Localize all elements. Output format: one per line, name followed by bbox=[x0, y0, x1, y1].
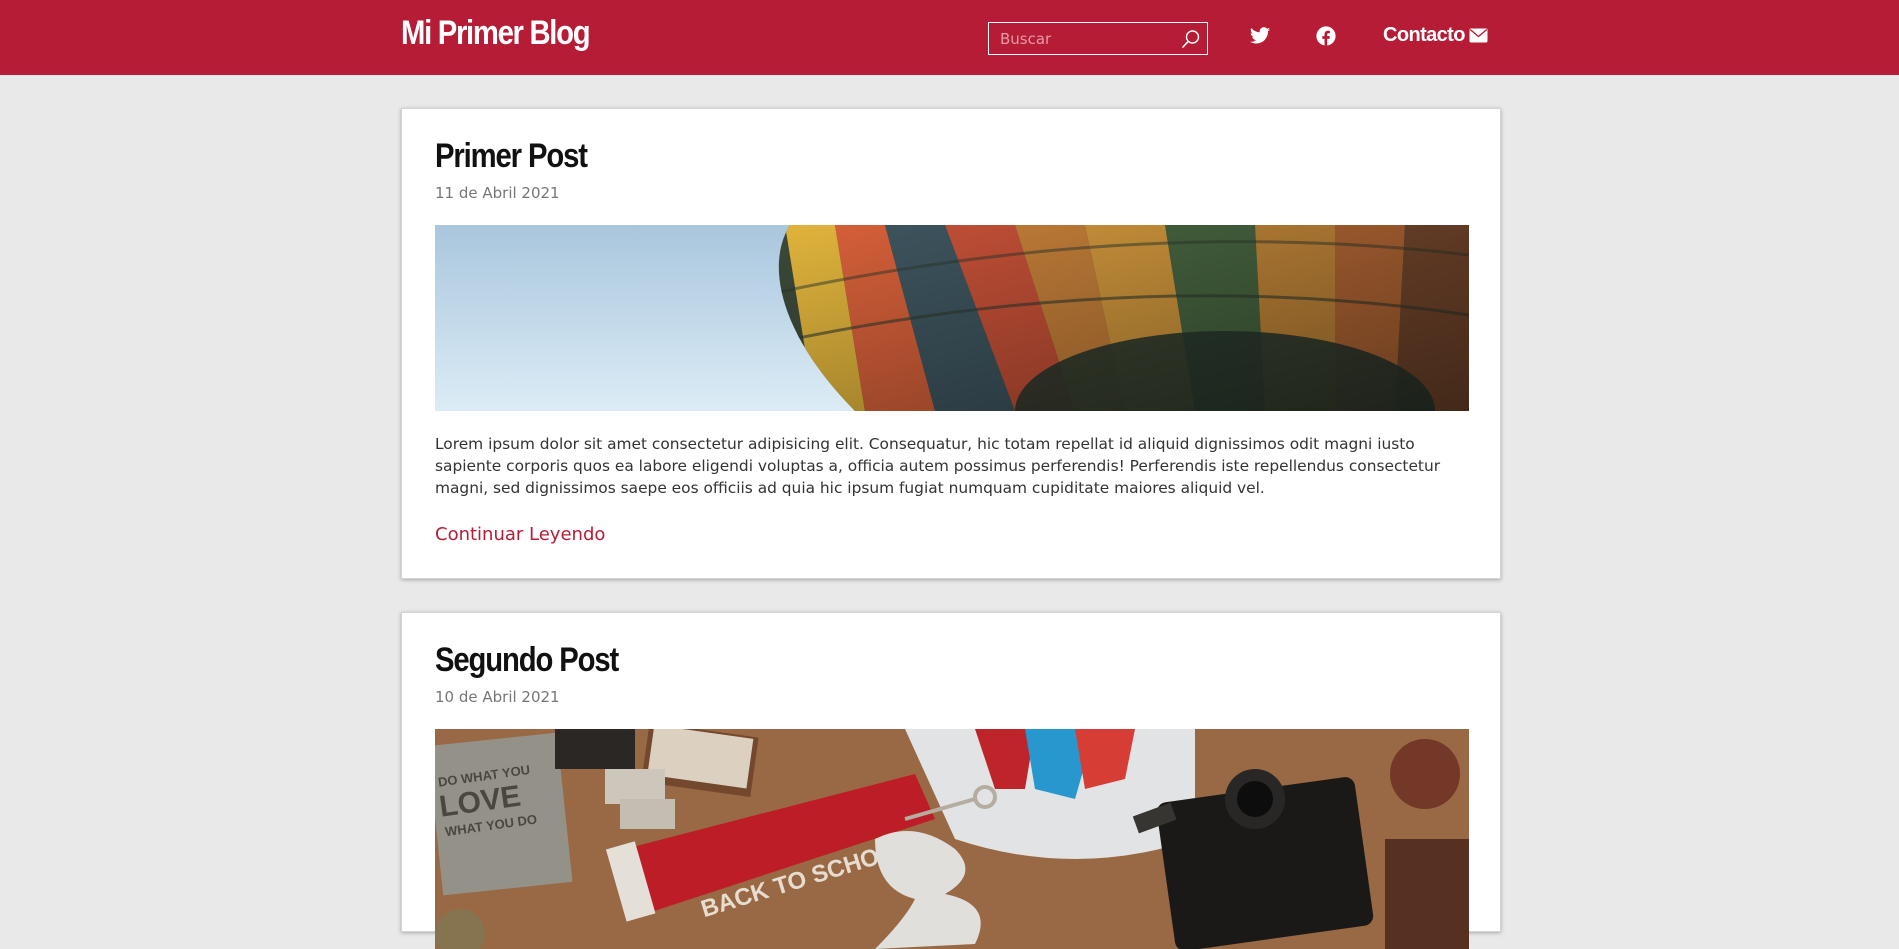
continue-reading-link[interactable]: Continuar Leyendo bbox=[435, 524, 605, 545]
post-card: Segundo Post 10 de Abril 2021 DO WHAT YO… bbox=[401, 612, 1501, 949]
post-date: 11 de Abril 2021 bbox=[435, 184, 560, 202]
post-date: 10 de Abril 2021 bbox=[435, 688, 560, 706]
post-image-school: DO WHAT YOU LOVE WHAT YOU DO BACK TO SCH… bbox=[435, 729, 1469, 949]
post-card: Primer Post 11 de Abril 2021 Lorem ipsum… bbox=[401, 108, 1501, 579]
contact-link[interactable]: Contacto bbox=[1383, 24, 1488, 47]
site-header: Mi Primer Blog Contacto bbox=[0, 0, 1899, 75]
site-brand[interactable]: Mi Primer Blog bbox=[401, 14, 591, 53]
search-box bbox=[988, 22, 1208, 55]
post-image-balloon bbox=[435, 225, 1469, 411]
mail-icon bbox=[1469, 28, 1488, 43]
contact-label: Contacto bbox=[1383, 24, 1465, 46]
twitter-icon[interactable] bbox=[1249, 25, 1271, 47]
search-input[interactable] bbox=[989, 23, 1169, 54]
search-icon[interactable] bbox=[1181, 29, 1201, 49]
post-title[interactable]: Segundo Post bbox=[435, 641, 619, 680]
post-excerpt: Lorem ipsum dolor sit amet consectetur a… bbox=[435, 435, 1441, 497]
facebook-icon[interactable] bbox=[1315, 25, 1337, 47]
post-title[interactable]: Primer Post bbox=[435, 137, 588, 176]
